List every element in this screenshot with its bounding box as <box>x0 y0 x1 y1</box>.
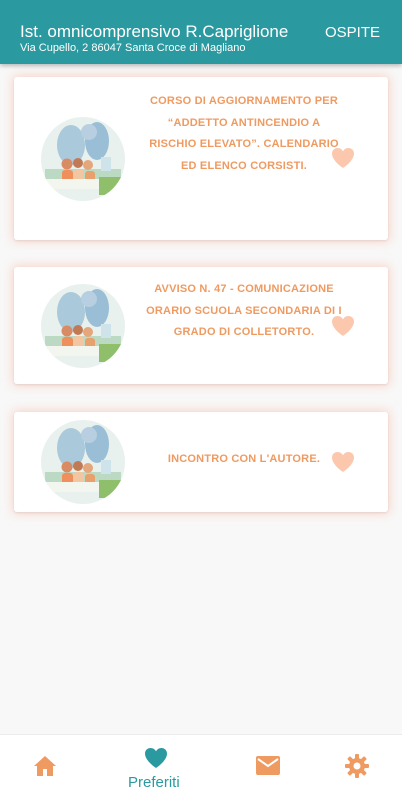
favorite-button[interactable] <box>331 451 355 473</box>
heart-icon <box>332 452 354 472</box>
nav-label-preferiti: Preferiti <box>128 774 180 791</box>
home-icon <box>34 756 56 776</box>
favorite-button[interactable] <box>331 147 355 169</box>
news-thumbnail <box>41 420 125 504</box>
news-thumbnail <box>41 284 125 368</box>
news-card[interactable]: INCONTRO CON L'AUTORE. <box>14 412 388 512</box>
news-title: INCONTRO CON L'AUTORE. <box>167 453 321 465</box>
nav-home[interactable] <box>20 735 70 801</box>
app-header: Ist. omnicomprensivo R.Capriglione Via C… <box>0 0 402 64</box>
news-title: AVVISO N. 47 - COMUNICAZIONE ORARIO SCUO… <box>146 283 342 338</box>
nav-messages[interactable] <box>245 735 295 801</box>
mail-icon <box>256 756 280 775</box>
heart-icon <box>145 748 167 768</box>
heart-icon <box>332 316 354 336</box>
news-thumbnail <box>41 117 125 201</box>
news-title: CORSO DI AGGIORNAMENTO PER “ADDETTO ANTI… <box>149 95 339 172</box>
favorite-button[interactable] <box>331 315 355 337</box>
guest-button[interactable]: OSPITE <box>325 24 380 42</box>
nav-settings[interactable] <box>333 735 383 801</box>
news-card[interactable]: CORSO DI AGGIORNAMENTO PER “ADDETTO ANTI… <box>14 77 388 240</box>
school-address: Via Cupello, 2 86047 Santa Croce di Magl… <box>20 42 246 54</box>
news-card[interactable]: AVVISO N. 47 - COMUNICAZIONE ORARIO SCUO… <box>14 267 388 384</box>
school-name: Ist. omnicomprensivo R.Capriglione <box>20 22 289 41</box>
heart-icon <box>332 148 354 168</box>
gear-icon <box>345 754 369 778</box>
bottom-navigation: Preferiti <box>0 734 402 801</box>
